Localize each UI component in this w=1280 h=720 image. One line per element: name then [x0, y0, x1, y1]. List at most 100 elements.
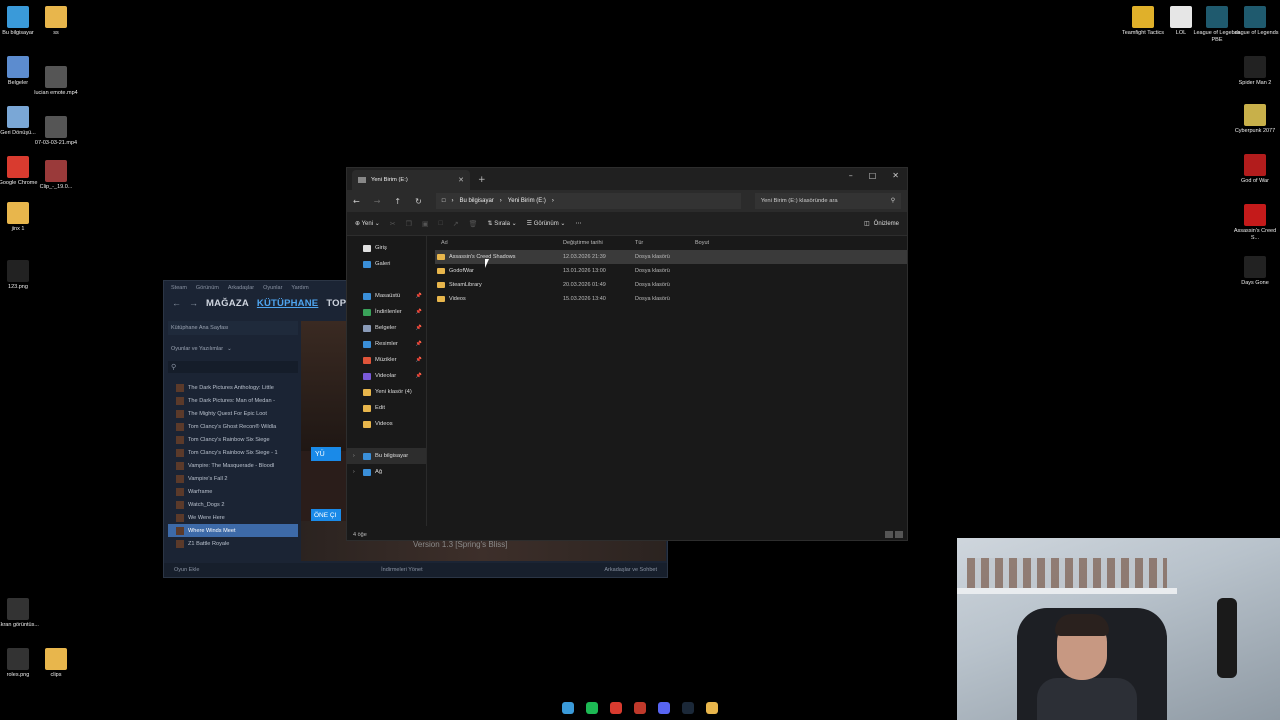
game-list-item[interactable]: We Were Here: [168, 511, 298, 524]
minimize-icon[interactable]: –: [849, 171, 853, 180]
nav-item[interactable]: İndirilenler 📌: [347, 304, 426, 320]
back-arrow-icon[interactable]: ←: [353, 197, 360, 206]
expand-icon[interactable]: ›: [353, 469, 355, 475]
nav-item[interactable]: Belgeler 📌: [347, 320, 426, 336]
file-explorer-icon[interactable]: [706, 702, 718, 714]
sort-button[interactable]: ⇅ Sırala ⌄: [488, 220, 517, 227]
add-game-button[interactable]: Oyun Ekle: [174, 567, 199, 573]
spotify-icon[interactable]: [586, 702, 598, 714]
file-row[interactable]: SteamLibrary 20.03.2026 01:49 Dosya klasör…: [435, 278, 907, 292]
tiles-view-icon[interactable]: [895, 531, 903, 538]
desktop-icon[interactable]: League of Legends: [1229, 6, 1280, 37]
new-button[interactable]: ⊕ Yeni ⌄: [355, 220, 380, 227]
refresh-icon[interactable]: ↻: [415, 197, 422, 206]
nav-library[interactable]: KÜTÜPHANE: [257, 298, 318, 309]
game-list-item[interactable]: Where Winds Meet: [168, 524, 298, 537]
manage-downloads-button[interactable]: İndirmeleri Yönet: [381, 567, 422, 573]
nav-item[interactable]: › Ağ: [347, 464, 426, 480]
column-header-type[interactable]: Tür: [635, 240, 695, 246]
library-search[interactable]: ⚲: [168, 361, 298, 373]
desktop-icon[interactable]: Clip_-_19.0...: [30, 160, 82, 191]
close-tab-icon[interactable]: ✕: [458, 176, 464, 184]
more-options-icon[interactable]: ⋯: [575, 220, 581, 227]
forward-arrow-icon[interactable]: →: [189, 298, 198, 308]
desktop-icon[interactable]: Cyberpunk 2077: [1229, 104, 1280, 135]
column-header-name[interactable]: Ad: [435, 240, 563, 246]
details-view-icon[interactable]: [885, 531, 893, 538]
search-input[interactable]: Yeni Birim (E:) klasöründe ara ⚲: [754, 193, 901, 209]
nav-item[interactable]: Masaüstü 📌: [347, 288, 426, 304]
discord-icon[interactable]: [658, 702, 670, 714]
file-row[interactable]: Videos 15.03.2026 13:40 Dosya klasörü: [435, 292, 907, 306]
forward-arrow-icon[interactable]: →: [374, 197, 381, 206]
game-list-item[interactable]: The Dark Pictures: Man of Medan -: [168, 394, 298, 407]
new-tab-icon[interactable]: +: [478, 175, 486, 185]
desktop-icon[interactable]: lucian emote.mp4: [30, 66, 82, 97]
delete-icon[interactable]: 🗑: [469, 220, 478, 228]
desktop-icon[interactable]: God of War: [1229, 154, 1280, 185]
desktop-icon[interactable]: ss: [30, 6, 82, 37]
nav-item[interactable]: Videos: [347, 416, 426, 432]
nav-item[interactable]: Müzikler 📌: [347, 352, 426, 368]
cut-icon[interactable]: ✂: [390, 220, 396, 228]
steam-menu-item[interactable]: Arkadaşlar: [228, 285, 254, 291]
expand-icon[interactable]: ›: [353, 453, 355, 459]
game-list-item[interactable]: Tom Clancy's Rainbow Six Siege: [168, 433, 298, 446]
file-explorer-window[interactable]: Yeni Birim (E:) ✕ + – □ ✕ ← → ↑ ↻ □ › Bu…: [346, 167, 908, 541]
steam-menu-item[interactable]: Oyunlar: [263, 285, 282, 291]
paste-icon[interactable]: ▣: [422, 220, 429, 228]
nav-item[interactable]: › Bu bilgisayar: [347, 448, 426, 464]
column-header-date[interactable]: Değiştirme tarihi: [563, 240, 635, 246]
desktop-icon[interactable]: Ekran görüntüs...: [0, 598, 44, 629]
library-home-link[interactable]: Kütüphane Ana Sayfası: [168, 321, 298, 335]
game-list-item[interactable]: Z1 Battle Royale: [168, 537, 298, 550]
desktop-icon[interactable]: clips: [30, 648, 82, 679]
up-arrow-icon[interactable]: ↑: [394, 197, 401, 206]
breadcrumb-item[interactable]: Yeni Birim (E:): [508, 198, 546, 204]
close-icon[interactable]: ✕: [892, 171, 899, 180]
game-list-item[interactable]: Warframe: [168, 485, 298, 498]
game-list-item[interactable]: Tom Clancy's Rainbow Six Siege - 1: [168, 446, 298, 459]
maximize-icon[interactable]: □: [869, 171, 877, 180]
nav-item[interactable]: Galeri: [347, 256, 426, 272]
game-list-item[interactable]: Tom Clancy's Ghost Recon® Wildla: [168, 420, 298, 433]
copy-icon[interactable]: ❐: [406, 220, 412, 228]
game-list-item[interactable]: Watch_Dogs 2: [168, 498, 298, 511]
nav-item[interactable]: Resimler 📌: [347, 336, 426, 352]
desktop-icon[interactable]: Spider Man 2: [1229, 56, 1280, 87]
explorer-tab[interactable]: Yeni Birim (E:) ✕: [352, 170, 470, 190]
library-filter-dropdown[interactable]: Oyunlar ve Yazılımlar ⌄: [168, 343, 298, 355]
nav-item[interactable]: Edit: [347, 400, 426, 416]
friends-chat-button[interactable]: Arkadaşlar ve Sohbet: [604, 567, 657, 573]
install-button[interactable]: YÜ: [311, 447, 341, 461]
nav-store[interactable]: MAĞAZA: [206, 298, 249, 309]
desktop-icon[interactable]: jinx 1: [0, 202, 44, 233]
share-icon[interactable]: ↗: [453, 220, 459, 228]
breadcrumb[interactable]: □ › Bu bilgisayar › Yeni Birim (E:) ›: [435, 193, 741, 209]
steam-menu-item[interactable]: Steam: [171, 285, 187, 291]
desktop-icon[interactable]: 07-03-03-21.mp4: [30, 116, 82, 147]
desktop-icon[interactable]: Assassin's Creed S...: [1229, 204, 1280, 242]
nav-item[interactable]: Videolar 📌: [347, 368, 426, 384]
game-list-item[interactable]: Vampire: The Masquerade - Bloodl: [168, 459, 298, 472]
column-header-size[interactable]: Boyut: [695, 240, 731, 246]
nav-item[interactable]: Giriş: [347, 240, 426, 256]
rename-icon[interactable]: □: [439, 220, 443, 227]
game-list-item[interactable]: The Dark Pictures Anthology: Little: [168, 381, 298, 394]
desktop-icon[interactable]: 123.png: [0, 260, 44, 291]
game-list-item[interactable]: The Mighty Quest For Epic Loot: [168, 407, 298, 420]
steam-menu-item[interactable]: Görünüm: [196, 285, 219, 291]
steam-menu-item[interactable]: Yardım: [291, 285, 308, 291]
preview-button[interactable]: ◫ Önizleme: [864, 220, 899, 228]
file-row[interactable]: Assassin's Creed Shadows 12.03.2026 21:39…: [435, 250, 907, 264]
view-button[interactable]: ☰ Görünüm ⌄: [527, 220, 566, 227]
steam-icon[interactable]: [682, 702, 694, 714]
start-icon[interactable]: [562, 702, 574, 714]
file-row[interactable]: GodofWar 13.01.2026 13:00 Dosya klasörü: [435, 264, 907, 278]
chrome-icon[interactable]: [634, 702, 646, 714]
chrome-icon[interactable]: [610, 702, 622, 714]
desktop-icon[interactable]: Days Gone: [1229, 256, 1280, 287]
breadcrumb-item[interactable]: Bu bilgisayar: [459, 198, 493, 204]
back-arrow-icon[interactable]: ←: [172, 298, 181, 308]
nav-item[interactable]: Yeni klasör (4): [347, 384, 426, 400]
